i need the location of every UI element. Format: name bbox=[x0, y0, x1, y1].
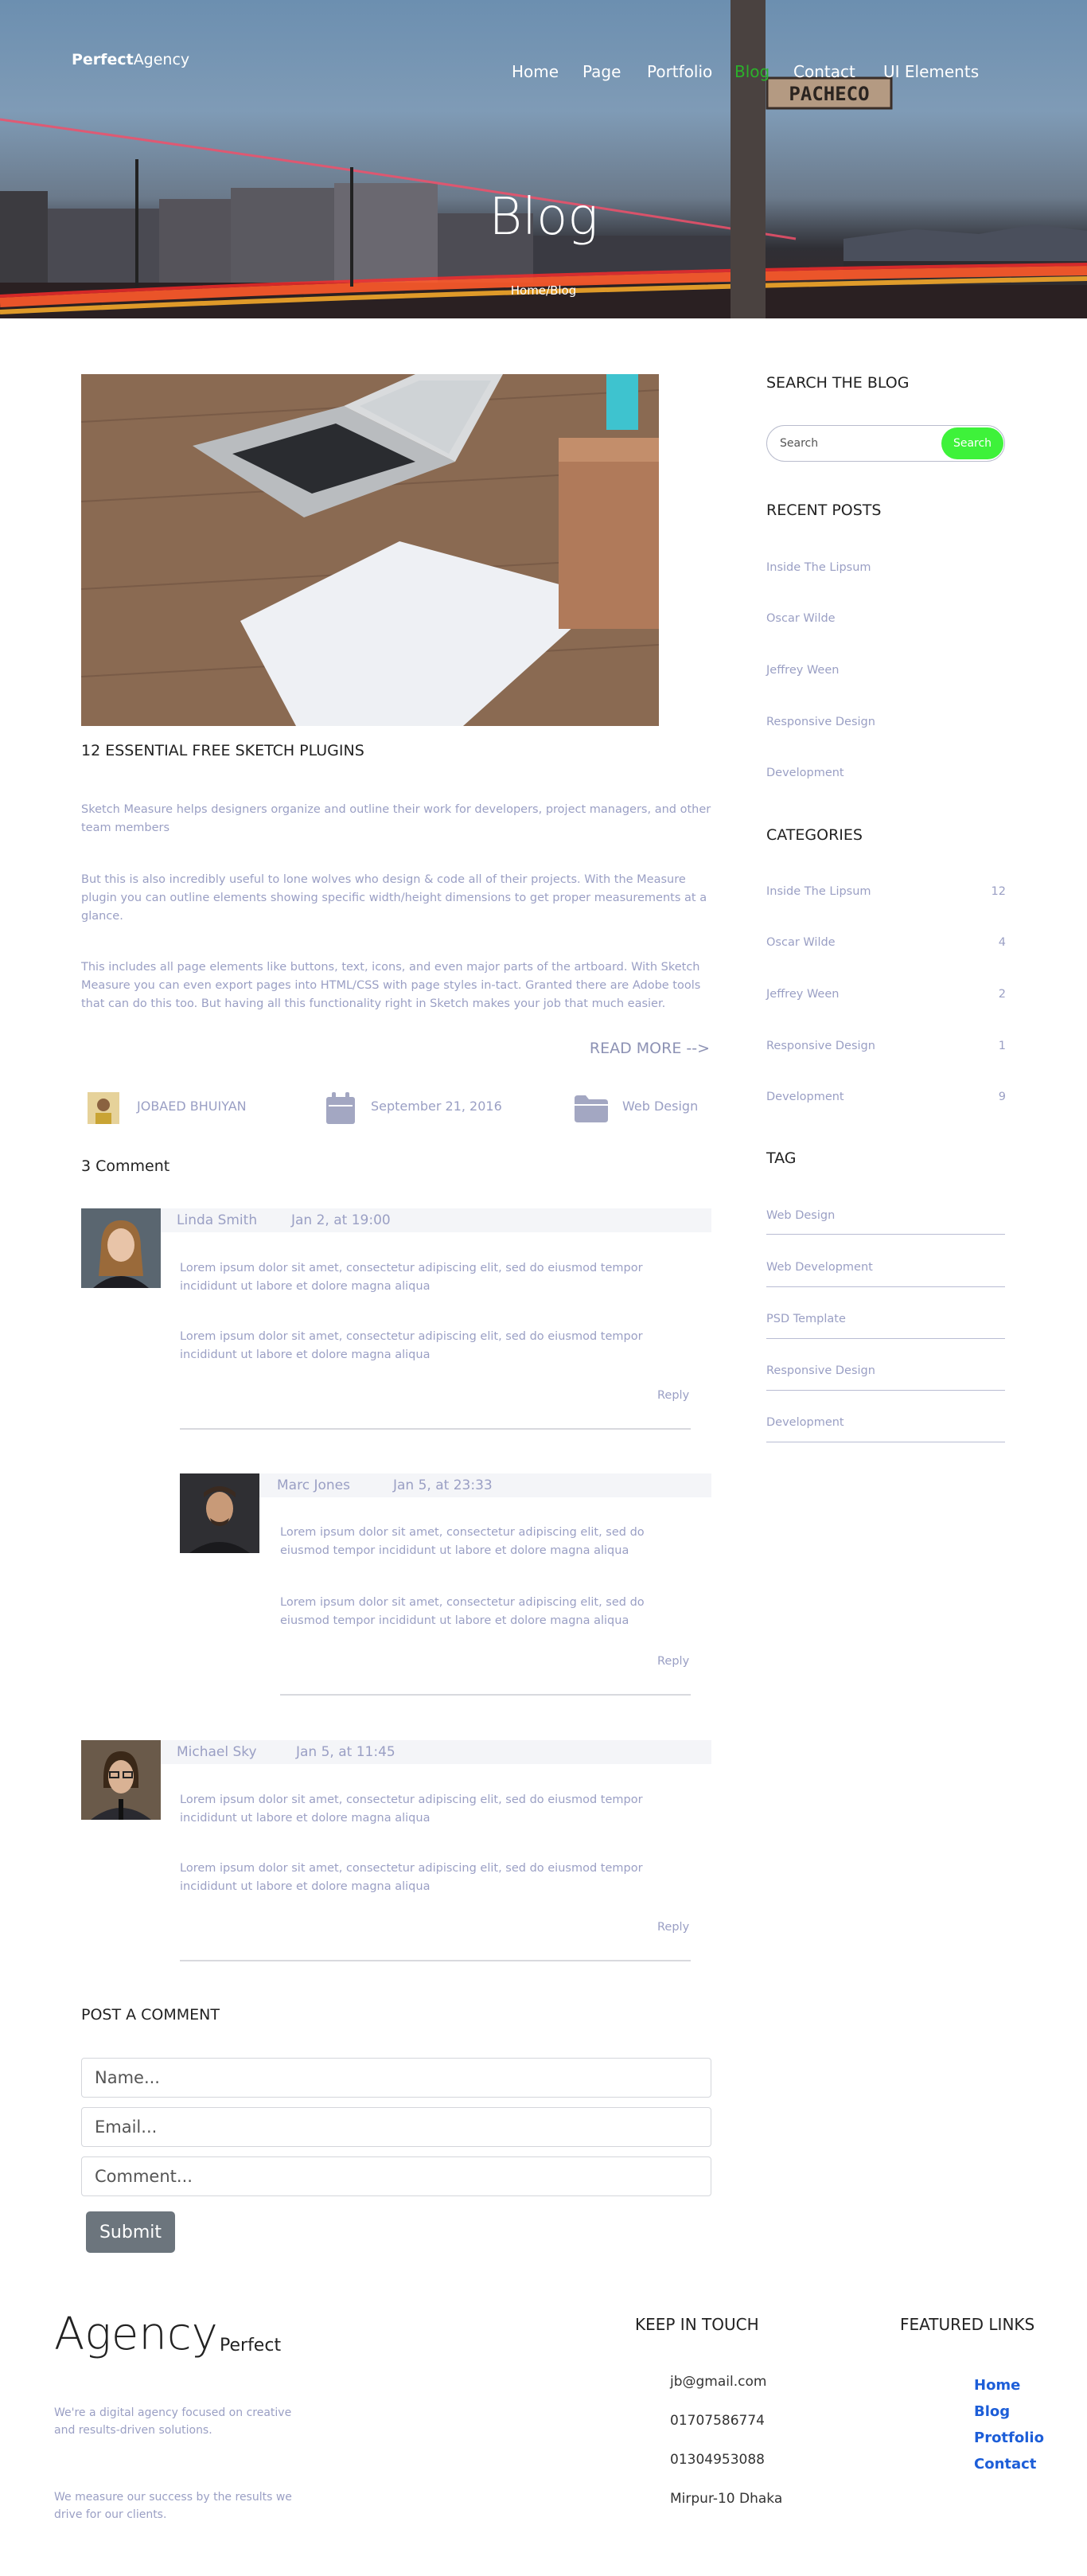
article-paragraph: But this is also incredibly useful to lo… bbox=[81, 873, 707, 923]
category-link[interactable]: Jeffrey Ween bbox=[766, 988, 839, 1001]
comment-date: Jan 5, at 23:33 bbox=[393, 1477, 493, 1493]
category-link[interactable]: Oscar Wilde bbox=[766, 936, 836, 949]
nav-home[interactable]: Home bbox=[512, 62, 559, 81]
tag-link[interactable]: Web Design bbox=[766, 1209, 835, 1222]
footer-logo: Agency bbox=[54, 2309, 218, 2360]
hero-city-photo: PACHECO bbox=[0, 0, 1087, 318]
post-category[interactable]: Web Design bbox=[622, 1099, 698, 1114]
category-link[interactable]: Responsive Design bbox=[766, 1040, 875, 1052]
category-link[interactable]: Inside The Lipsum bbox=[766, 885, 871, 898]
nav-page[interactable]: Page bbox=[582, 62, 621, 81]
street-sign-text: PACHECO bbox=[789, 83, 869, 105]
tag-underline bbox=[766, 1286, 1005, 1287]
category-count: 4 bbox=[998, 936, 1006, 949]
recent-posts-title: RECENT POSTS bbox=[766, 502, 882, 519]
submit-button[interactable]: Submit bbox=[86, 2211, 175, 2253]
contact-phone[interactable]: 01304953088 bbox=[670, 2452, 765, 2468]
brand-light: Agency bbox=[133, 51, 190, 68]
nav-blog[interactable]: Blog bbox=[734, 62, 769, 81]
recent-post-link[interactable]: Jeffrey Ween bbox=[766, 664, 839, 677]
commenter-avatar bbox=[81, 1208, 161, 1288]
post-date: September 21, 2016 bbox=[371, 1099, 502, 1114]
hero-banner: PACHECO bbox=[0, 0, 1087, 318]
recent-post-link[interactable]: Development bbox=[766, 767, 844, 779]
comment-divider bbox=[180, 1960, 691, 1961]
comment-text: Lorem ipsum dolor sit amet, consectetur … bbox=[280, 1596, 645, 1627]
search-button[interactable]: Search bbox=[941, 427, 1003, 459]
search-input[interactable] bbox=[780, 435, 931, 452]
brand-logo[interactable]: PerfectAgency bbox=[72, 51, 189, 68]
post-comment-title: POST A COMMENT bbox=[81, 2006, 220, 2024]
nav-ui-elements[interactable]: UI Elements bbox=[883, 62, 979, 81]
footer-text: We measure our success by the results we… bbox=[54, 2491, 292, 2521]
comment-text: Lorem ipsum dolor sit amet, consectetur … bbox=[180, 1862, 643, 1893]
commenter-avatar bbox=[180, 1473, 259, 1553]
category-count: 12 bbox=[991, 885, 1006, 898]
keep-in-touch-title: KEEP IN TOUCH bbox=[635, 2315, 759, 2334]
comment-date: Jan 5, at 11:45 bbox=[296, 1744, 395, 1760]
comment-divider bbox=[280, 1694, 691, 1696]
tag-link[interactable]: PSD Template bbox=[766, 1313, 846, 1325]
comment-date: Jan 2, at 19:00 bbox=[291, 1212, 391, 1228]
comment-text: Lorem ipsum dolor sit amet, consectetur … bbox=[180, 1793, 643, 1825]
commenter-name: Michael Sky bbox=[177, 1744, 257, 1760]
calendar-icon bbox=[326, 1092, 355, 1124]
footer-link-home[interactable]: Home bbox=[974, 2377, 1020, 2394]
tag-link[interactable]: Web Development bbox=[766, 1261, 873, 1274]
nav-contact[interactable]: Contact bbox=[793, 62, 855, 81]
nav-portfolio[interactable]: Portfolio bbox=[647, 62, 712, 81]
sign-pole-shape bbox=[731, 0, 766, 318]
email-field[interactable] bbox=[81, 2107, 711, 2147]
breadcrumb[interactable]: Home/Blog bbox=[0, 283, 1087, 298]
comment-field[interactable] bbox=[81, 2156, 711, 2196]
commenter-avatar bbox=[81, 1740, 161, 1820]
category-link[interactable]: Development bbox=[766, 1091, 844, 1103]
folder-icon bbox=[575, 1095, 608, 1122]
commenter-name: Marc Jones bbox=[277, 1477, 350, 1493]
contact-phone[interactable]: 01707586774 bbox=[670, 2413, 765, 2429]
recent-post-link[interactable]: Oscar Wilde bbox=[766, 612, 836, 625]
name-field[interactable] bbox=[81, 2058, 711, 2098]
article-title[interactable]: 12 ESSENTIAL FREE SKETCH PLUGINS bbox=[81, 742, 364, 759]
reply-link[interactable]: Reply bbox=[657, 1389, 689, 1402]
tag-underline bbox=[766, 1234, 1005, 1235]
comment-text: Lorem ipsum dolor sit amet, consectetur … bbox=[280, 1526, 645, 1557]
recent-post-link[interactable]: Inside The Lipsum bbox=[766, 561, 871, 574]
article-image bbox=[81, 374, 659, 726]
comments-count-title: 3 Comment bbox=[81, 1157, 170, 1175]
footer-logo-sub: Perfect bbox=[220, 2336, 282, 2355]
pencil-box-shape bbox=[559, 438, 659, 629]
reply-link[interactable]: Reply bbox=[657, 1655, 689, 1668]
footer-text: We're a digital agency focused on creati… bbox=[54, 2406, 292, 2437]
page-title: Blog bbox=[489, 188, 598, 247]
contact-email[interactable]: jb@gmail.com bbox=[670, 2374, 766, 2390]
author-name[interactable]: JOBAED BHUIYAN bbox=[137, 1099, 247, 1114]
comment-text: Lorem ipsum dolor sit amet, consectetur … bbox=[180, 1262, 643, 1293]
search-section-title: SEARCH THE BLOG bbox=[766, 374, 910, 392]
contact-address: Mirpur-10 Dhaka bbox=[670, 2491, 783, 2507]
recent-post-link[interactable]: Responsive Design bbox=[766, 716, 875, 728]
footer-link-portfolio[interactable]: Protfolio bbox=[974, 2430, 1044, 2446]
footer-link-contact[interactable]: Contact bbox=[974, 2456, 1036, 2473]
tag-underline bbox=[766, 1390, 1005, 1391]
comment-text: Lorem ipsum dolor sit amet, consectetur … bbox=[180, 1330, 643, 1361]
category-count: 1 bbox=[998, 1040, 1006, 1052]
featured-links-title: FEATURED LINKS bbox=[900, 2315, 1035, 2334]
article-paragraph: Sketch Measure helps designers organize … bbox=[81, 803, 711, 834]
tag-link[interactable]: Development bbox=[766, 1416, 844, 1429]
commenter-name: Linda Smith bbox=[177, 1212, 258, 1228]
read-more-link[interactable]: READ MORE --> bbox=[557, 1040, 710, 1057]
categories-title: CATEGORIES bbox=[766, 826, 863, 844]
tag-underline bbox=[766, 1338, 1005, 1339]
footer-link-blog[interactable]: Blog bbox=[974, 2403, 1010, 2420]
article-paragraph: This includes all page elements like but… bbox=[81, 961, 701, 1010]
comment-divider bbox=[180, 1428, 691, 1430]
category-count: 9 bbox=[998, 1091, 1006, 1103]
reply-link[interactable]: Reply bbox=[657, 1921, 689, 1934]
category-count: 2 bbox=[998, 988, 1006, 1001]
tag-title: TAG bbox=[766, 1149, 797, 1167]
tag-link[interactable]: Responsive Design bbox=[766, 1364, 875, 1377]
author-avatar bbox=[88, 1092, 119, 1124]
brand-bold: Perfect bbox=[72, 51, 134, 68]
